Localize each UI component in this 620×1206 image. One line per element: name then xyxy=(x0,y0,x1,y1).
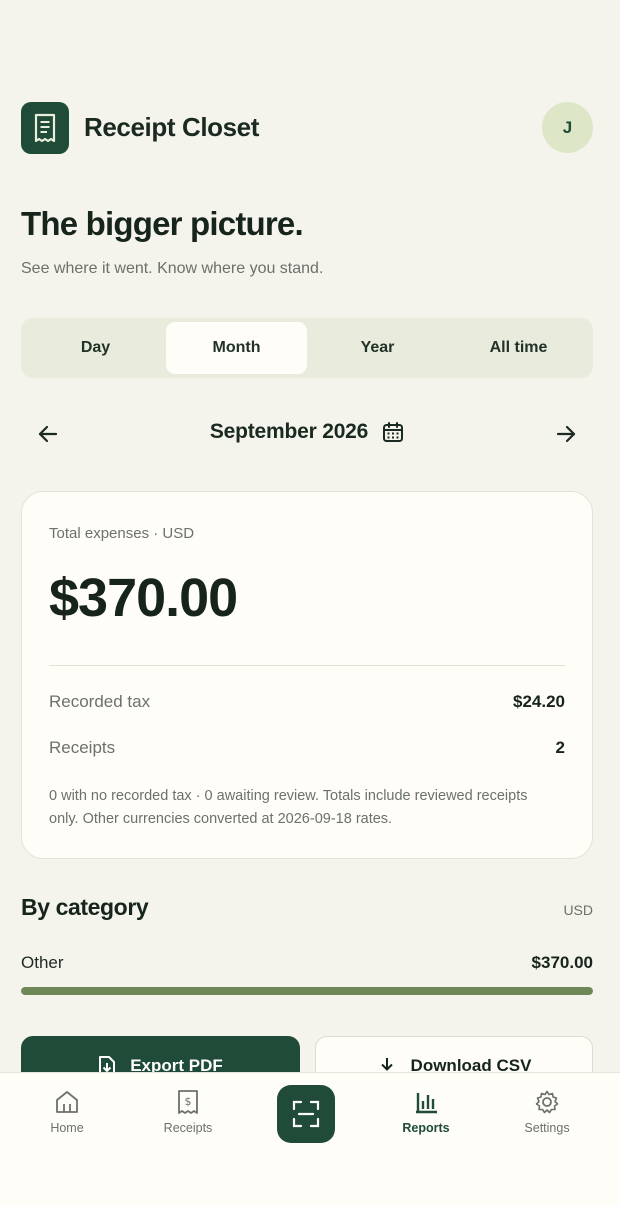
tab-day[interactable]: Day xyxy=(25,322,166,374)
category-row[interactable]: Other $370.00 xyxy=(21,953,593,973)
avatar[interactable]: J xyxy=(542,102,593,153)
category-title: By category xyxy=(21,894,149,920)
recorded-tax-label: Recorded tax xyxy=(49,692,151,711)
app-title: Receipt Closet xyxy=(84,112,260,142)
nav-item-settings[interactable]: Settings xyxy=(502,1089,592,1135)
period-selector[interactable]: September 2026 xyxy=(21,420,593,444)
app-logo xyxy=(21,101,69,154)
category-bar-fill xyxy=(21,987,593,995)
divider xyxy=(49,665,565,666)
category-header: By category USD xyxy=(21,894,593,921)
category-bar xyxy=(21,987,593,995)
period-tabs: Day Month Year All time xyxy=(21,318,593,378)
nav-item-receipts[interactable]: $ Receipts xyxy=(143,1089,233,1135)
tab-all-time[interactable]: All time xyxy=(448,322,589,374)
period-label: September 2026 xyxy=(209,420,369,443)
app-header: Receipt Closet J xyxy=(21,101,593,154)
receipt-icon: $ xyxy=(178,1090,198,1114)
next-period-button[interactable] xyxy=(550,418,582,450)
summary-note: 0 with no recorded tax · 0 awaiting revi… xyxy=(49,788,528,827)
scan-receipt-button[interactable] xyxy=(277,1085,335,1143)
scan-icon xyxy=(292,1100,320,1128)
total-amount: $370.00 xyxy=(49,568,238,628)
recorded-tax-row: Recorded tax $24.20 xyxy=(49,690,565,714)
nav-label-home: Home xyxy=(50,1121,84,1135)
period-navigator: September 2026 xyxy=(21,410,593,458)
receipts-count-value: 2 xyxy=(555,738,565,757)
total-expenses-label: Total expenses · USD xyxy=(49,525,195,542)
arrow-right-icon xyxy=(556,425,576,443)
home-icon xyxy=(56,1091,78,1113)
bottom-nav: Home $ Receipts Reports Settings xyxy=(0,1072,620,1206)
page-title: The bigger picture. xyxy=(21,205,304,242)
receipts-count-label: Receipts xyxy=(49,738,116,757)
tab-year[interactable]: Year xyxy=(307,322,448,374)
gear-icon xyxy=(535,1090,559,1114)
recorded-tax-value: $24.20 xyxy=(513,692,565,711)
receipts-row: Receipts 2 xyxy=(49,736,565,760)
category-currency: USD xyxy=(563,902,593,918)
category-amount: $370.00 xyxy=(531,953,593,972)
summary-card: Total expenses · USD $370.00 Recorded ta… xyxy=(21,491,593,859)
tab-month[interactable]: Month xyxy=(166,322,307,374)
calendar-icon[interactable] xyxy=(382,421,404,443)
svg-text:$: $ xyxy=(185,1095,192,1108)
nav-label-reports: Reports xyxy=(402,1121,450,1135)
receipt-logo-icon xyxy=(34,113,56,142)
nav-item-reports[interactable]: Reports xyxy=(381,1089,471,1135)
nav-label-receipts: Receipts xyxy=(163,1121,213,1135)
nav-item-home[interactable]: Home xyxy=(22,1089,112,1135)
category-name: Other xyxy=(21,953,64,972)
reports-screen: Receipt Closet J The bigger picture. See… xyxy=(0,0,620,1206)
page-subtitle: See where it went. Know where you stand. xyxy=(21,260,324,277)
nav-label-settings: Settings xyxy=(524,1121,570,1135)
bar-chart-icon xyxy=(416,1093,437,1114)
